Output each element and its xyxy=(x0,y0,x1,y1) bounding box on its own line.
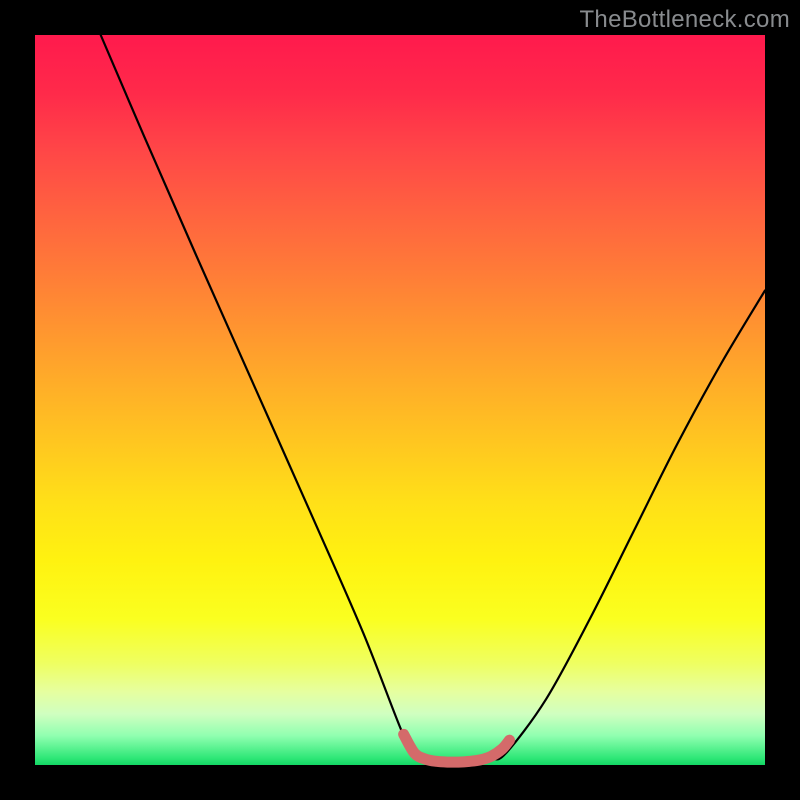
optimal-zone-marker-path xyxy=(404,734,510,762)
chart-frame: TheBottleneck.com xyxy=(0,0,800,800)
watermark-text: TheBottleneck.com xyxy=(579,6,790,34)
chart-svg xyxy=(35,35,765,765)
bottleneck-curve-path xyxy=(101,35,765,763)
